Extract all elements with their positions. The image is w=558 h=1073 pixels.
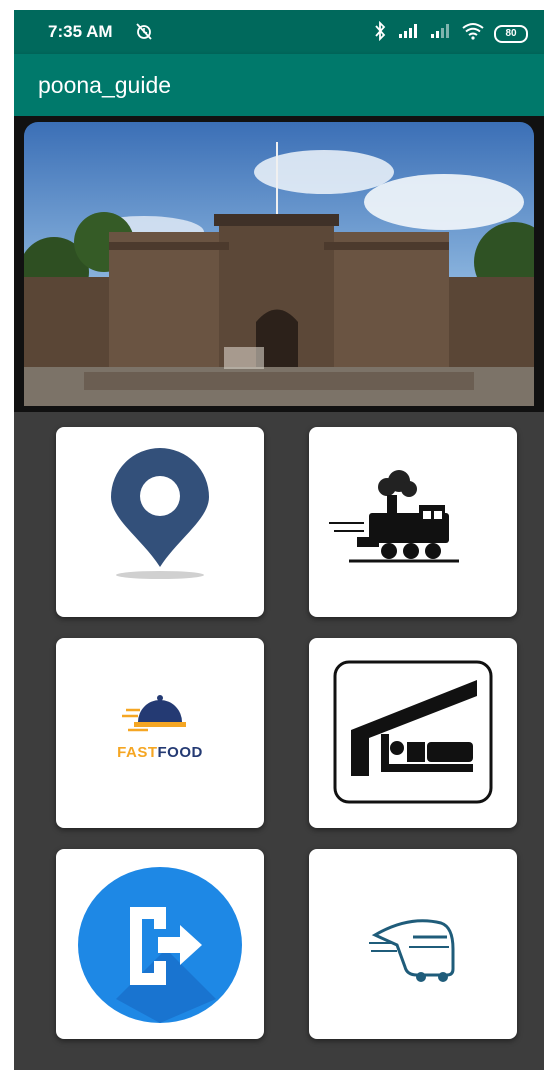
status-icons: 80 — [372, 20, 528, 46]
signal-icon — [430, 23, 452, 44]
tile-train[interactable] — [309, 427, 517, 617]
fast-food-label: FASTFOOD — [56, 744, 264, 761]
phone-screen: 7:35 AM 80 poona_guide FASTFOOD — [14, 10, 544, 1070]
signal-icon — [398, 23, 420, 44]
bluetooth-icon — [372, 20, 388, 46]
fast-food-label-part1: FAST — [117, 744, 158, 761]
tile-hotel[interactable] — [309, 638, 517, 828]
alarm-off-icon — [134, 21, 154, 46]
battery-icon: 80 — [494, 24, 528, 43]
train-icon — [329, 470, 459, 563]
fast-food-logo — [122, 695, 186, 732]
fort-photo — [24, 122, 534, 406]
wifi-icon — [462, 22, 484, 45]
fast-food-label-part2: FOOD — [157, 744, 203, 761]
tile-food[interactable]: FASTFOOD — [56, 638, 264, 828]
app-bar: poona_guide — [14, 54, 544, 116]
tile-exit[interactable] — [56, 849, 264, 1039]
tile-bus[interactable] — [309, 849, 517, 1039]
app-title: poona_guide — [38, 72, 172, 98]
status-bar: 7:35 AM 80 — [14, 10, 544, 54]
hotel-bed-icon — [333, 660, 493, 804]
status-time: 7:35 AM — [48, 22, 113, 41]
tile-location[interactable] — [56, 427, 264, 617]
exit-icon — [78, 867, 242, 1023]
banner-image — [14, 116, 544, 412]
location-pin-icon — [111, 448, 209, 579]
bus-icon — [369, 919, 455, 982]
